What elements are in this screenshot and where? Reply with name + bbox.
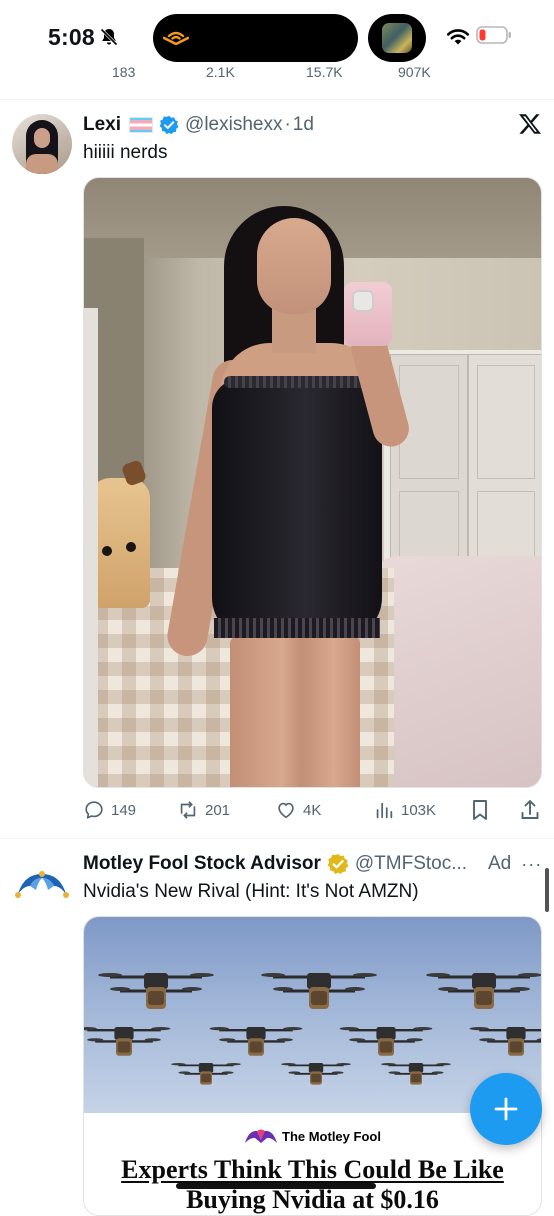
verified-badge-icon <box>159 115 179 135</box>
trans-flag-icon <box>129 117 154 133</box>
views-count: 103K <box>401 801 437 819</box>
ad-image-drones <box>84 917 541 1113</box>
tweet-header: Lexi @lexishexx · 1d <box>83 112 314 138</box>
status-time: 5:08 <box>48 24 95 50</box>
advertiser-name[interactable]: Motley Fool Stock Advisor <box>83 853 321 875</box>
advertiser-handle[interactable]: @TMFStoc... <box>355 853 467 875</box>
ad-card[interactable]: The Motley Fool Experts Think This Could… <box>83 916 542 1216</box>
battery-low-icon <box>476 26 511 44</box>
fool-brand: The Motley Fool <box>244 1127 381 1145</box>
motley-fool-jester-logo[interactable] <box>14 868 70 900</box>
plus-icon <box>494 1097 518 1121</box>
previous-replies-count[interactable]: 183 <box>112 64 135 78</box>
audible-icon <box>163 31 189 46</box>
ad-headline-line-1: Experts Think This Could Be Like <box>121 1155 504 1184</box>
scrollbar[interactable] <box>545 868 549 912</box>
tweet-actions: 149 201 4K 103K <box>83 796 542 824</box>
author-handle[interactable]: @lexishexx <box>185 114 282 136</box>
reply-icon <box>85 801 103 819</box>
previous-likes-count[interactable]: 15.7K <box>306 64 343 78</box>
repost-button[interactable]: 201 <box>177 796 230 824</box>
previous-tweet-actions: 183 2.1K 15.7K 907K <box>0 60 554 78</box>
ad-badge: Ad <box>488 853 512 874</box>
tweet-time[interactable]: 1d <box>293 114 314 136</box>
fool-cap-icon <box>245 1129 277 1143</box>
tweet-text: hiiiii nerds <box>83 142 168 163</box>
dynamic-island-activity[interactable] <box>368 14 426 62</box>
previous-views-count[interactable]: 907K <box>398 64 431 78</box>
reply-button[interactable]: 149 <box>83 796 136 824</box>
author-name[interactable]: Lexi <box>83 114 121 136</box>
avatar[interactable] <box>12 114 72 174</box>
reply-count: 149 <box>111 801 137 819</box>
share-icon[interactable] <box>519 796 541 824</box>
tweet-divider <box>0 838 554 839</box>
ad-card-body: The Motley Fool Experts Think This Could… <box>84 1113 541 1215</box>
ad-meta: Ad ··· <box>488 853 542 875</box>
ad-headline-line-2: Buying Nvidia at $0.16 <box>186 1185 439 1214</box>
tweet-divider <box>0 99 554 100</box>
home-indicator[interactable] <box>176 1183 376 1189</box>
views-button[interactable]: 103K <box>373 796 436 824</box>
bell-slash-icon <box>100 28 118 46</box>
x-logo-icon[interactable] <box>518 112 542 136</box>
more-options-button[interactable]: ··· <box>521 854 542 875</box>
tweet-photo[interactable] <box>83 177 542 788</box>
ad-header: Motley Fool Stock Advisor @TMFStoc... <box>83 851 467 877</box>
bookmark-icon[interactable] <box>469 796 491 824</box>
wifi-icon <box>446 29 470 45</box>
ad-text: Nvidia's New Rival (Hint: It's Not AMZN) <box>83 881 419 902</box>
fool-brand-name: The Motley Fool <box>282 1128 381 1144</box>
like-count: 4K <box>303 801 322 819</box>
time-separator: · <box>284 114 291 135</box>
drones-illustration <box>84 971 541 1086</box>
app-thumbnail-icon <box>382 23 412 53</box>
repost-icon <box>180 801 196 819</box>
heart-icon <box>278 802 294 819</box>
photo-scene <box>84 178 541 787</box>
verified-gold-badge-icon <box>327 854 349 874</box>
compose-button[interactable] <box>470 1073 542 1145</box>
repost-count: 201 <box>205 801 231 819</box>
like-button[interactable]: 4K <box>275 796 321 824</box>
previous-reposts-count[interactable]: 2.1K <box>206 64 235 78</box>
dynamic-island[interactable] <box>153 14 358 62</box>
views-chart-icon <box>376 802 393 819</box>
